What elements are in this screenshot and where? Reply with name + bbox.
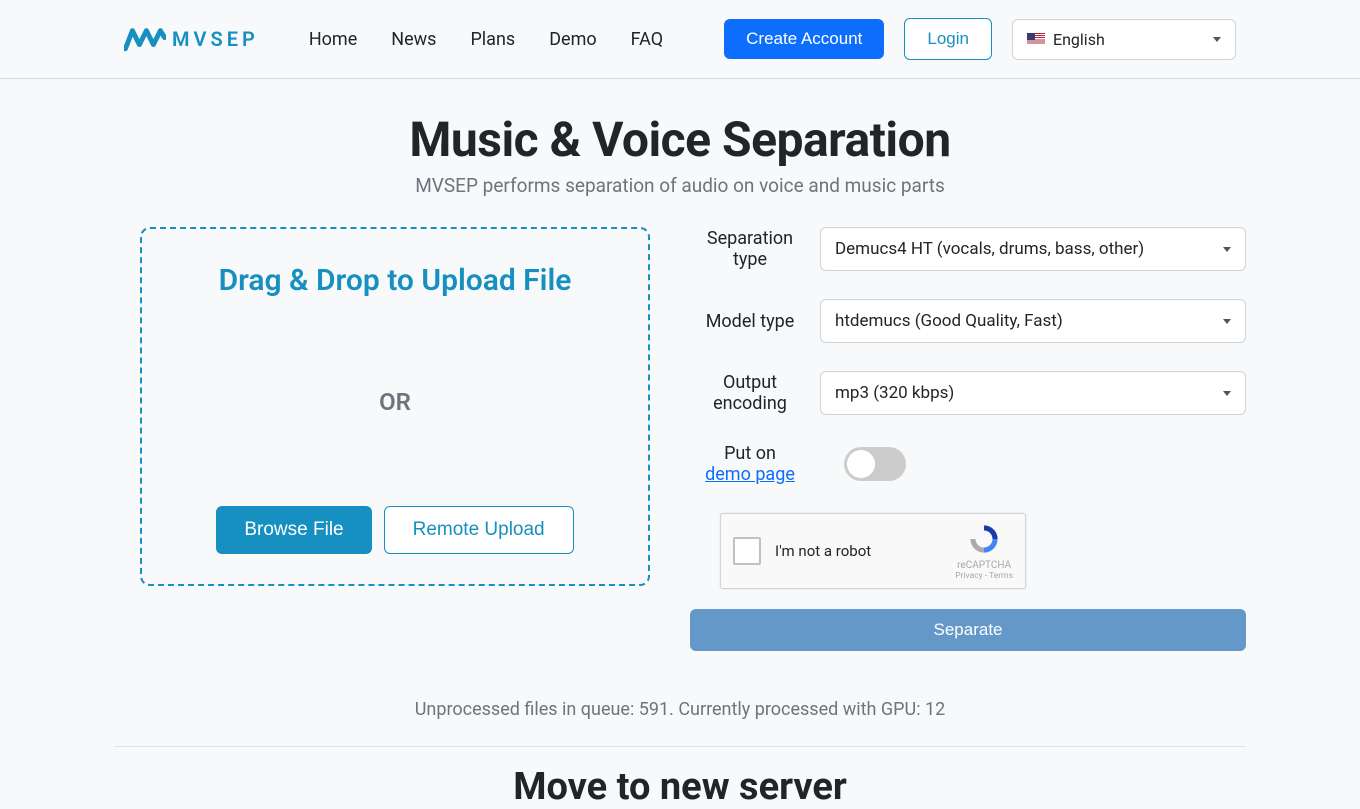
output-encoding-value: mp3 (320 kbps) xyxy=(835,383,954,403)
main-nav: Home News Plans Demo FAQ xyxy=(309,29,663,50)
separation-type-row: Separation type Demucs4 HT (vocals, drum… xyxy=(690,227,1246,271)
demo-page-row: Put on demo page xyxy=(690,443,1246,485)
remote-upload-button[interactable]: Remote Upload xyxy=(384,506,574,554)
nav-plans[interactable]: Plans xyxy=(470,29,515,50)
main-container: Music & Voice Separation MVSEP performs … xyxy=(114,79,1246,809)
recaptcha-widget: I'm not a robot reCAPTCHA Privacy - Term… xyxy=(720,513,1026,589)
nav-demo[interactable]: Demo xyxy=(549,29,596,50)
browse-file-button[interactable]: Browse File xyxy=(216,506,371,554)
settings-form: Separation type Demucs4 HT (vocals, drum… xyxy=(690,227,1246,651)
upload-buttons: Browse File Remote Upload xyxy=(162,506,628,554)
news-heading: Move to new server xyxy=(114,765,1246,809)
logo-text: MVSEP xyxy=(172,27,259,51)
language-select[interactable]: English xyxy=(1012,19,1236,60)
model-type-row: Model type htdemucs (Good Quality, Fast) xyxy=(690,299,1246,343)
login-button[interactable]: Login xyxy=(904,18,992,60)
language-label: English xyxy=(1053,30,1105,49)
recaptcha-checkbox[interactable] xyxy=(733,537,761,565)
separation-type-value: Demucs4 HT (vocals, drums, bass, other) xyxy=(835,239,1144,259)
model-type-select[interactable]: htdemucs (Good Quality, Fast) xyxy=(820,299,1246,343)
chevron-down-icon xyxy=(1223,247,1231,252)
nav-faq[interactable]: FAQ xyxy=(631,29,663,50)
output-encoding-row: Output encoding mp3 (320 kbps) xyxy=(690,371,1246,415)
page-title: Music & Voice Separation xyxy=(114,111,1246,168)
dropzone-title: Drag & Drop to Upload File xyxy=(162,263,628,298)
main-row: Drag & Drop to Upload File OR Browse Fil… xyxy=(114,227,1246,651)
recaptcha-branding: reCAPTCHA Privacy - Terms xyxy=(955,522,1013,581)
flag-icon xyxy=(1027,33,1045,45)
demo-page-link[interactable]: demo page xyxy=(705,464,795,485)
model-type-label: Model type xyxy=(690,311,820,332)
queue-status: Unprocessed files in queue: 591. Current… xyxy=(114,699,1246,747)
model-type-value: htdemucs (Good Quality, Fast) xyxy=(835,311,1063,331)
demo-page-label: Put on demo page xyxy=(690,443,820,485)
recaptcha-label: I'm not a robot xyxy=(775,542,955,560)
create-account-button[interactable]: Create Account xyxy=(724,19,884,59)
dropzone-or: OR xyxy=(162,388,628,416)
chevron-down-icon xyxy=(1223,319,1231,324)
recaptcha-icon xyxy=(967,522,1001,556)
separation-type-select[interactable]: Demucs4 HT (vocals, drums, bass, other) xyxy=(820,227,1246,271)
output-encoding-label: Output encoding xyxy=(690,372,820,414)
toggle-knob xyxy=(847,450,875,478)
page-subtitle: MVSEP performs separation of audio on vo… xyxy=(114,174,1246,197)
chevron-down-icon xyxy=(1223,391,1231,396)
logo[interactable]: MVSEP xyxy=(124,18,259,60)
demo-page-toggle[interactable] xyxy=(844,447,906,481)
nav-home[interactable]: Home xyxy=(309,29,357,50)
chevron-down-icon xyxy=(1213,37,1221,42)
output-encoding-select[interactable]: mp3 (320 kbps) xyxy=(820,371,1246,415)
separate-button[interactable]: Separate xyxy=(690,609,1246,651)
header: MVSEP Home News Plans Demo FAQ Create Ac… xyxy=(0,0,1360,79)
nav-news[interactable]: News xyxy=(391,29,436,50)
separation-type-label: Separation type xyxy=(690,228,820,270)
header-right: Create Account Login English xyxy=(724,18,1236,60)
upload-dropzone[interactable]: Drag & Drop to Upload File OR Browse Fil… xyxy=(140,227,650,586)
logo-icon xyxy=(124,18,166,60)
